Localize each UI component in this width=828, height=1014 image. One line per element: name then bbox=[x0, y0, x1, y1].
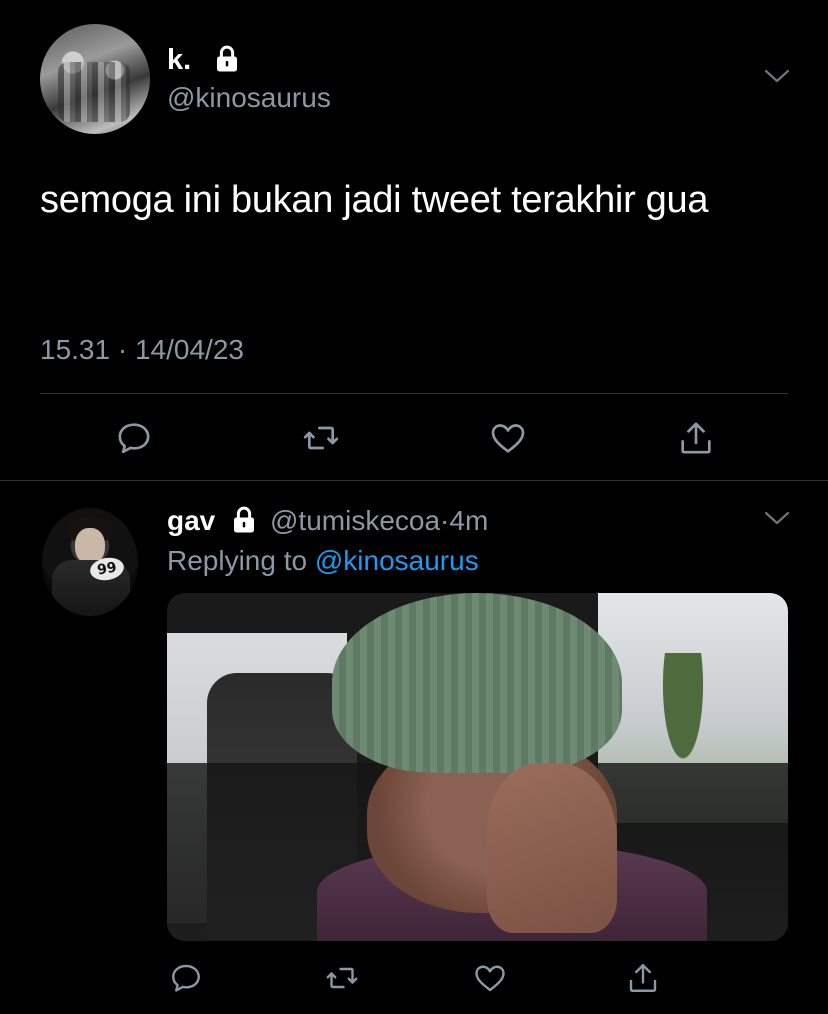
share-icon[interactable] bbox=[623, 958, 663, 998]
like-icon[interactable] bbox=[470, 958, 510, 998]
retweet-icon[interactable] bbox=[322, 958, 362, 998]
replying-mention-link[interactable]: @kinosaurus bbox=[315, 545, 479, 576]
media-beanie bbox=[332, 593, 622, 773]
reply-meta: @tumiskecoa·4m bbox=[270, 505, 488, 537]
reply-media-image[interactable] bbox=[167, 593, 788, 941]
chevron-down-icon[interactable] bbox=[763, 66, 791, 91]
reply-icon[interactable] bbox=[166, 958, 206, 998]
tweet-author-handle[interactable]: @kinosaurus bbox=[167, 82, 331, 114]
replying-to-line: Replying to @kinosaurus bbox=[167, 545, 479, 577]
divider bbox=[0, 480, 828, 481]
media-hand bbox=[487, 763, 617, 933]
avatar-tumiskecoa[interactable]: 99 bbox=[42, 508, 138, 616]
lock-icon bbox=[212, 44, 242, 79]
divider bbox=[40, 393, 788, 394]
tweet-timestamp[interactable]: 15.31 · 14/04/23 bbox=[40, 334, 244, 366]
meta-separator: · bbox=[440, 505, 450, 536]
tweet-text: semoga ini bukan jadi tweet terakhir gua bbox=[40, 179, 709, 221]
reply-icon[interactable] bbox=[112, 418, 156, 458]
reply-age: 4m bbox=[449, 505, 489, 536]
meta-separator: · bbox=[117, 334, 128, 365]
lock-icon bbox=[229, 505, 259, 540]
replying-prefix: Replying to bbox=[167, 545, 308, 576]
like-icon[interactable] bbox=[486, 418, 530, 458]
chevron-down-icon[interactable] bbox=[763, 508, 791, 533]
tweet-time: 15.31 bbox=[40, 334, 111, 365]
share-icon[interactable] bbox=[674, 418, 718, 458]
reply-author-handle[interactable]: @tumiskecoa bbox=[270, 505, 440, 536]
reply-author-name[interactable]: gav bbox=[167, 505, 215, 537]
avatar-kinosaurus[interactable] bbox=[40, 24, 150, 134]
retweet-icon[interactable] bbox=[299, 418, 343, 458]
tweet-date: 14/04/23 bbox=[134, 334, 244, 365]
tweet-author-name[interactable]: k. bbox=[167, 44, 191, 77]
